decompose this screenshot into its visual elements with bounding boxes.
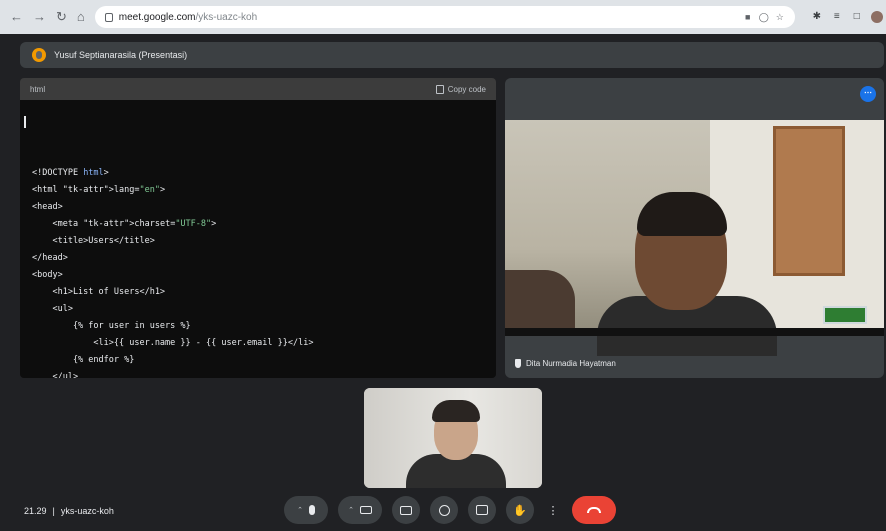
share-icon[interactable]: ◯ xyxy=(759,12,769,22)
video-door xyxy=(773,126,845,276)
code-line: <head> xyxy=(32,202,63,212)
captions-icon xyxy=(400,505,412,515)
url-path: /yks-uazc-koh xyxy=(195,11,258,23)
chevron-up-icon[interactable]: ⌃ xyxy=(348,506,354,514)
pin-icon[interactable] xyxy=(515,359,521,368)
meeting-info: 21.29 | yks-uazc-koh xyxy=(24,506,114,516)
extensions-area: ✱ ≡ □ ⋮ xyxy=(811,11,886,23)
more-vert-icon: ⋮ xyxy=(547,504,559,517)
code-line: </ul> xyxy=(32,372,79,378)
camera-icon xyxy=(359,506,372,514)
code-line: <ul> xyxy=(32,304,73,314)
raise-hand-icon: ✋ xyxy=(513,504,527,517)
participant-tile[interactable]: ⋯ Dita Nurmadia Hayatman xyxy=(505,78,884,378)
raise-hand-button[interactable]: ✋ xyxy=(506,496,534,524)
presenter-label: Yusuf Septianarasila (Presentasi) xyxy=(54,50,188,60)
chevron-up-icon[interactable]: ⌃ xyxy=(297,506,303,514)
copy-icon xyxy=(435,84,444,94)
present-screen-icon xyxy=(476,505,488,515)
browser-toolbar: ← → ↻ ⌂ meet.google.com/yks-uazc-koh ■ ◯… xyxy=(0,0,886,34)
meeting-controls: ⌃ ⌃ ✋ ⋮ xyxy=(284,496,616,524)
reactions-button[interactable] xyxy=(430,496,458,524)
back-icon[interactable]: ← xyxy=(10,10,23,24)
address-bar[interactable]: meet.google.com/yks-uazc-koh ■ ◯ ☆ xyxy=(94,6,795,28)
emoji-icon xyxy=(438,504,450,516)
code-line: <body> xyxy=(32,270,63,280)
video-sign xyxy=(823,306,867,324)
home-icon[interactable]: ⌂ xyxy=(77,10,85,24)
tab-icon[interactable]: □ xyxy=(851,11,863,23)
code-line: <h1>List of Users</h1> xyxy=(32,287,166,297)
extension-icon[interactable]: ✱ xyxy=(811,11,823,23)
copy-code-button[interactable]: Copy code xyxy=(435,84,486,94)
code-line: {% for user in users %} xyxy=(32,321,191,331)
captions-button[interactable] xyxy=(392,496,420,524)
meeting-time: 21.29 xyxy=(24,506,47,516)
code-line: <li>{{ user.name }} - {{ user.email }}</… xyxy=(32,338,314,348)
code-line: </head> xyxy=(32,253,68,263)
lock-icon xyxy=(104,12,113,22)
self-hair xyxy=(432,400,480,422)
shared-screen-tile: html Copy code <!DOCTYPE html> <html "tk-… xyxy=(20,78,496,378)
more-options-icon[interactable]: ⋯ xyxy=(860,86,876,102)
more-options-button[interactable]: ⋮ xyxy=(544,496,562,524)
meeting-info-separator: | xyxy=(52,506,55,516)
code-block-header: html Copy code xyxy=(20,78,496,100)
self-view-tile[interactable] xyxy=(364,388,542,488)
reload-icon[interactable]: ↻ xyxy=(56,10,67,24)
code-language: html xyxy=(30,84,46,94)
leave-call-button[interactable] xyxy=(572,496,616,524)
code-line: <title>Users</title> xyxy=(32,236,155,246)
microphone-icon xyxy=(308,505,315,515)
hangup-icon xyxy=(587,507,601,513)
code-line: <html "tk-attr">lang="en"> xyxy=(32,185,166,195)
reading-list-icon[interactable]: ≡ xyxy=(831,11,843,23)
url-host: meet.google.com xyxy=(118,11,196,23)
participant-video xyxy=(505,120,884,356)
camera-button[interactable]: ⌃ xyxy=(338,496,382,524)
microphone-button[interactable]: ⌃ xyxy=(284,496,328,524)
video-foreground xyxy=(505,270,575,336)
bookmark-star-icon[interactable]: ☆ xyxy=(775,12,785,22)
present-button[interactable] xyxy=(468,496,496,524)
code-line: <!DOCTYPE html> xyxy=(32,168,109,178)
camera-permission-icon[interactable]: ■ xyxy=(743,12,753,22)
meeting-code: yks-uazc-koh xyxy=(60,506,114,516)
code-line: <meta "tk-attr">charset="UTF-8"> xyxy=(32,219,217,229)
code-line: {% endfor %} xyxy=(32,355,135,365)
participant-name: Dita Nurmadia Hayatman xyxy=(526,359,616,368)
text-cursor xyxy=(24,116,26,128)
presenter-avatar xyxy=(32,48,46,62)
video-strip xyxy=(505,328,884,336)
copy-code-label: Copy code xyxy=(447,84,486,94)
participant-name-tag: Dita Nurmadia Hayatman xyxy=(515,359,616,368)
presenter-bar: Yusuf Septianarasila (Presentasi) xyxy=(20,42,884,68)
forward-icon[interactable]: → xyxy=(33,10,46,24)
profile-avatar[interactable] xyxy=(870,11,883,23)
code-block: <!DOCTYPE html> <html "tk-attr">lang="en"… xyxy=(20,100,496,378)
